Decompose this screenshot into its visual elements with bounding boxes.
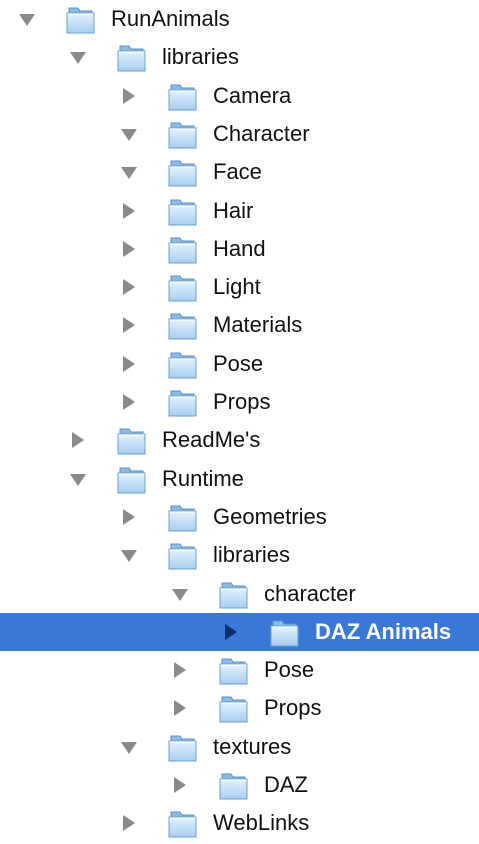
folder-icon — [166, 806, 200, 840]
tree-row[interactable]: Geometries — [0, 498, 479, 536]
tree-row-label: Character — [213, 120, 310, 146]
disclosure-triangle-collapsed-icon[interactable] — [118, 498, 140, 536]
tree-row-label: DAZ Animals — [315, 618, 452, 644]
disclosure-triangle-collapsed-icon[interactable] — [118, 268, 140, 306]
tree-row[interactable]: Character — [0, 115, 479, 153]
folder-icon — [115, 462, 149, 496]
tree-row[interactable]: textures — [0, 728, 479, 766]
tree-row[interactable]: DAZ Animals — [0, 612, 479, 651]
tree-row-label: libraries — [162, 44, 240, 70]
tree-row-label: DAZ — [264, 772, 308, 797]
folder-icon — [268, 615, 302, 649]
tree-row[interactable]: Hand — [0, 230, 479, 268]
tree-row[interactable]: Hair — [0, 192, 479, 230]
folder-icon — [217, 577, 251, 611]
tree-row[interactable]: ReadMe's — [0, 421, 479, 459]
tree-row[interactable]: Light — [0, 268, 479, 306]
folder-icon — [166, 79, 200, 113]
tree-row[interactable]: DAZ — [0, 766, 479, 804]
disclosure-triangle-collapsed-icon[interactable] — [118, 804, 140, 842]
tree-row-label: WebLinks — [213, 810, 310, 836]
disclosure-triangle-collapsed-icon[interactable] — [118, 306, 140, 344]
tree-row-label: Pose — [213, 350, 264, 376]
tree-row[interactable]: libraries — [0, 38, 479, 76]
disclosure-triangle-expanded-icon[interactable] — [118, 115, 140, 153]
tree-row-label: character — [264, 580, 356, 606]
folder-icon — [166, 308, 200, 342]
folder-icon — [166, 347, 200, 381]
tree-row-label: Pose — [264, 657, 315, 683]
tree-row-label: textures — [213, 733, 292, 759]
tree-row-label: Hand — [213, 235, 266, 261]
tree-row-label: Props — [264, 695, 322, 721]
disclosure-triangle-collapsed-icon[interactable] — [169, 651, 191, 689]
disclosure-triangle-collapsed-icon[interactable] — [118, 383, 140, 421]
folder-icon — [115, 423, 149, 457]
disclosure-triangle-expanded-icon[interactable] — [67, 460, 89, 498]
tree-row-label: Face — [213, 159, 262, 185]
disclosure-triangle-collapsed-icon[interactable] — [169, 766, 191, 804]
disclosure-triangle-collapsed-icon[interactable] — [118, 77, 140, 115]
tree-row[interactable]: Pose — [0, 345, 479, 383]
tree-row-label: ReadMe's — [162, 427, 261, 453]
disclosure-triangle-collapsed-icon[interactable] — [67, 421, 89, 459]
folder-icon — [166, 538, 200, 572]
folder-icon — [64, 2, 98, 36]
folder-icon — [217, 653, 251, 687]
folder-icon — [217, 691, 251, 725]
folder-icon — [166, 194, 200, 228]
tree-row[interactable]: Pose — [0, 651, 479, 689]
tree-row[interactable]: character — [0, 575, 479, 613]
tree-row-label: libraries — [213, 542, 291, 568]
tree-row[interactable]: Props — [0, 383, 479, 421]
folder-icon — [217, 768, 251, 802]
tree-row[interactable]: Materials — [0, 306, 479, 344]
tree-row-label: Geometries — [213, 503, 327, 529]
tree-row[interactable]: RunAnimals — [0, 0, 479, 38]
disclosure-triangle-expanded-icon[interactable] — [118, 536, 140, 574]
tree-row[interactable]: Runtime — [0, 460, 479, 498]
folder-icon — [166, 270, 200, 304]
disclosure-triangle-collapsed-icon[interactable] — [118, 192, 140, 230]
disclosure-triangle-expanded-icon[interactable] — [67, 38, 89, 76]
folder-icon — [166, 232, 200, 266]
tree-row[interactable]: Props — [0, 689, 479, 727]
disclosure-triangle-collapsed-icon[interactable] — [220, 613, 242, 651]
disclosure-triangle-expanded-icon[interactable] — [118, 728, 140, 766]
folder-icon — [166, 117, 200, 151]
folder-icon — [166, 385, 200, 419]
folder-icon — [166, 500, 200, 534]
disclosure-triangle-collapsed-icon[interactable] — [169, 689, 191, 727]
tree-row-label: Hair — [213, 197, 254, 223]
tree-row-label: Runtime — [162, 465, 244, 491]
disclosure-triangle-collapsed-icon[interactable] — [118, 230, 140, 268]
tree-row[interactable]: libraries — [0, 536, 479, 574]
disclosure-triangle-expanded-icon[interactable] — [16, 0, 38, 38]
disclosure-triangle-expanded-icon[interactable] — [169, 575, 191, 613]
disclosure-triangle-expanded-icon[interactable] — [118, 153, 140, 191]
tree-row-label: Light — [213, 274, 261, 300]
tree-row-label: Materials — [213, 312, 303, 338]
folder-icon — [166, 155, 200, 189]
tree-row-label: Camera — [213, 82, 292, 108]
tree-row-label: RunAnimals — [111, 6, 230, 31]
folder-tree: RunAnimals libraries Camera Character Fa… — [0, 0, 479, 844]
tree-row[interactable]: Camera — [0, 77, 479, 115]
folder-icon — [115, 40, 149, 74]
disclosure-triangle-collapsed-icon[interactable] — [118, 345, 140, 383]
folder-icon — [166, 730, 200, 764]
tree-row[interactable]: WebLinks — [0, 804, 479, 842]
tree-row-label: Props — [213, 389, 271, 414]
tree-row[interactable]: Face — [0, 153, 479, 191]
